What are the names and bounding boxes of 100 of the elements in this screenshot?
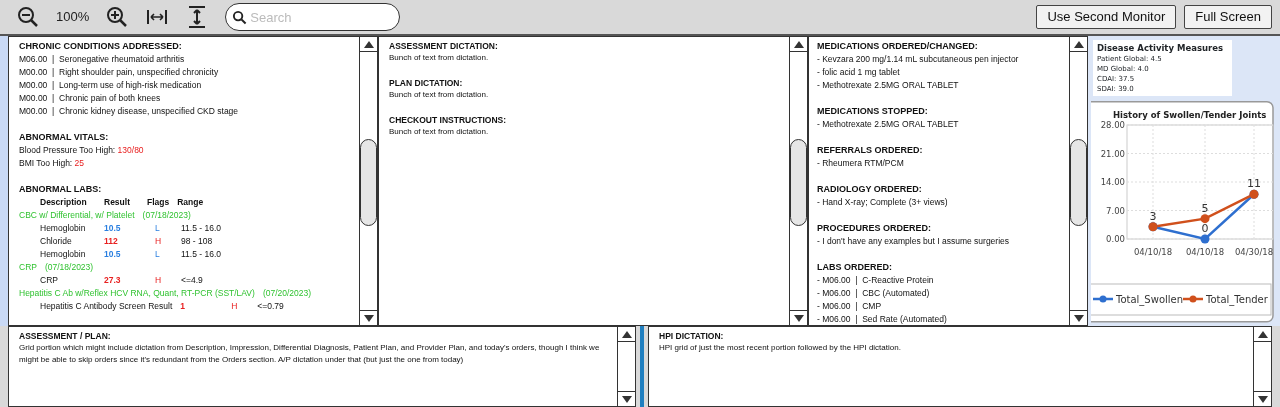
section-heading: PLAN DICTATION: (389, 77, 464, 89)
scrollbar[interactable] (1069, 37, 1087, 325)
zoom-out-icon[interactable] (16, 5, 40, 29)
scroll-down-button[interactable] (360, 310, 377, 325)
section-heading: ABNORMAL LABS: (19, 183, 103, 196)
order-line: - Methotrexate 2.5MG ORAL TABLET (817, 79, 960, 92)
data-label: 3 (1149, 209, 1157, 223)
lab-date: (07/18/2023) (44, 261, 94, 274)
order-line: - I don't have any examples but I assume surgeries (817, 235, 1011, 248)
lab-panel-name: CRP (19, 261, 37, 274)
scrollbar[interactable] (617, 327, 635, 406)
order-line: - Methotrexate 2.5MG ORAL TABLET (817, 118, 960, 131)
lab-flag-text: H (155, 235, 163, 248)
legend-marker-icon (1093, 295, 1113, 303)
column-header: Description (40, 196, 88, 209)
lab-panel-name: Hepatitis C Ab w/Reflex HCV RNA, Quant, RT-PCR (SST/LAV) (19, 287, 255, 300)
section-heading: CHECKOUT INSTRUCTIONS: (389, 114, 508, 126)
legend-label: Total_Tender (1206, 294, 1268, 305)
column-header: Range (177, 196, 204, 209)
x-tick-label: 04/10/18 (1133, 247, 1173, 257)
splitter-handle[interactable] (640, 326, 644, 407)
lab-result: 10.5 (104, 223, 121, 233)
section-heading: REFERRALS ORDERED: (817, 144, 924, 157)
legend-marker-icon (1183, 295, 1203, 303)
dictation-text: Bunch of text from dictation. (389, 52, 490, 64)
data-label: 0 (1201, 222, 1209, 235)
chart-title: History of Swollen/Tender Joints (1113, 110, 1267, 120)
lab-result: 27.3 (104, 275, 121, 285)
data-point (1200, 214, 1210, 224)
condition-line: M00.00 | Right shoulder pain, unspecified chronicity (19, 66, 220, 79)
lab-flag-text: L (155, 222, 161, 235)
section-heading: CHRONIC CONDITIONS ADDRESSED: (19, 40, 183, 53)
scrollbar-thumb[interactable] (790, 139, 807, 226)
legend-label: Total_Swollen (1116, 294, 1184, 305)
data-point (1200, 234, 1210, 244)
section-heading: PROCEDURES ORDERED: (817, 222, 932, 235)
condition-line: M06.00 | Seronegative rheumatoid arthritis (19, 53, 186, 66)
lab-flag-text: H (155, 274, 163, 287)
vital-line: Blood Pressure Too High: 130/80 (19, 144, 145, 157)
lab-description: Chloride (40, 235, 73, 248)
dictation-text: Bunch of text from dictation. (389, 89, 490, 101)
lab-result: 1 (180, 301, 186, 311)
scrollbar-thumb[interactable] (360, 139, 377, 226)
scroll-down-button[interactable] (790, 310, 807, 325)
order-line: - Kevzara 200 mg/1.14 mL subcutaneous pen injector (817, 53, 1020, 66)
dictation-text: Bunch of text from dictation. (389, 126, 490, 138)
section-heading: HPI DICTATION: (659, 330, 725, 342)
lab-flag-text: H (231, 300, 239, 313)
section-heading: RADIOLOGY ORDERED: (817, 183, 923, 196)
column-header: Flags (147, 196, 170, 209)
lab-description: Hemoglobin (40, 248, 87, 261)
section-heading: ASSESSMENT DICTATION: (389, 40, 499, 52)
lab-range: 11.5 - 16.0 (181, 222, 221, 235)
condition-line: M00.00 | Long-term use of high-risk medication (19, 79, 203, 92)
order-line: - Hand X-ray; Complete (3+ views) (817, 196, 949, 209)
lab-result: 112 (104, 236, 118, 246)
second-monitor-button[interactable]: Use Second Monitor (1036, 5, 1177, 29)
lab-panel-name: CBC w/ Differential, w/ Platelet (19, 209, 135, 222)
lab-range: <=4.9 (181, 274, 203, 287)
lab-date: (07/20/2023) (262, 287, 312, 300)
lab-result: 10.5 (104, 249, 121, 259)
x-tick-label: 04/10/18 (1185, 247, 1225, 257)
lab-range: <=0.79 (257, 300, 284, 313)
data-label: 5 (1201, 201, 1209, 215)
scroll-down-button[interactable] (618, 391, 635, 406)
hpi-text: HPI grid of just the most recent portion followed by the HPI dictation. (659, 342, 902, 354)
scrollbar[interactable] (359, 37, 377, 325)
search-icon (232, 10, 248, 25)
lab-range: 98 - 108 (181, 235, 213, 248)
lab-date: (07/18/2023) (142, 209, 191, 222)
order-line: - M06.00 | CMP (817, 300, 883, 313)
section-heading: ASSESSMENT / PLAN: (19, 330, 112, 342)
lab-description: Hemoglobin (40, 222, 87, 235)
scroll-down-button[interactable] (1254, 391, 1271, 406)
x-tick-label: 04/30/18 (1234, 247, 1274, 257)
y-tick-label: 21.00 (1100, 148, 1125, 159)
section-heading: MEDICATIONS STOPPED: (817, 105, 929, 118)
assessment-text: Grid portion which might include dictation from Description, Impression, Differential Diagnosis, Patient Plan, and Provider Plan, and today's orders, though I think we might be able to skip orders since it's redundant from the Orders section. A/P dictation under that (but just the one from today) (19, 342, 601, 366)
scrollbar-thumb[interactable] (1070, 139, 1087, 226)
y-tick-label: 28.00 (1100, 120, 1125, 130)
scrollbar[interactable] (1253, 327, 1271, 406)
lab-flag-text: L (155, 248, 161, 261)
scrollbar[interactable] (789, 37, 807, 325)
column-header: Result (104, 196, 131, 209)
section-heading: ABNORMAL VITALS: (19, 131, 110, 144)
search-field[interactable]: Search (225, 3, 401, 31)
scroll-down-button[interactable] (1070, 310, 1087, 325)
y-tick-label: 7.00 (1106, 205, 1125, 216)
zoom-level: 100% (56, 8, 90, 27)
data-label: 11 (1247, 177, 1261, 191)
order-line: - folic acid 1 mg tablet (817, 66, 901, 79)
y-tick-label: 0.00 (1106, 234, 1125, 244)
section-heading: LABS ORDERED: (817, 261, 893, 274)
section-heading: MEDICATIONS ORDERED/CHANGED: (817, 40, 979, 53)
full-screen-button[interactable]: Full Screen (1184, 5, 1272, 29)
lab-description: CRP (40, 274, 59, 287)
measures-title: Disease Activity Measures (1097, 42, 1224, 54)
order-line: - M06.00 | C-Reactive Protein (817, 274, 935, 287)
vital-line: BMI Too High: 25 (19, 157, 86, 170)
y-tick-label: 14.00 (1100, 177, 1125, 187)
